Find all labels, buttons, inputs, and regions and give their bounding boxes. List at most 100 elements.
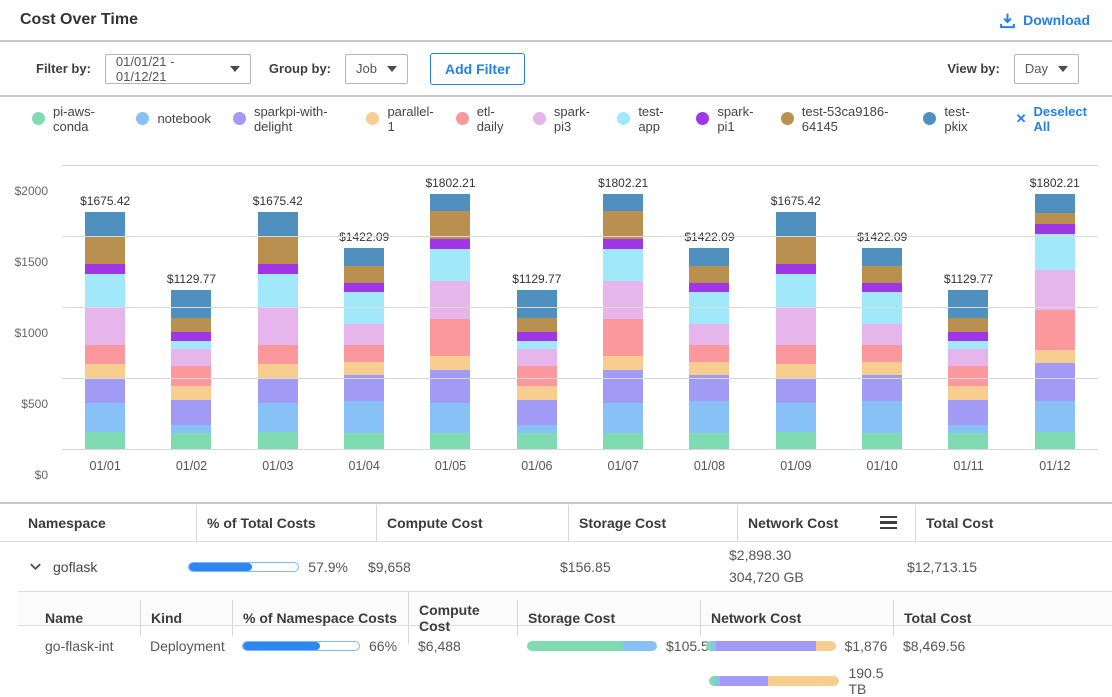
bar-segment-etl-daily[interactable]	[1035, 310, 1075, 350]
bar-segment-spark-pi3[interactable]	[258, 307, 298, 345]
bar-segment-etl-daily[interactable]	[517, 366, 557, 386]
bar-segment-test-pkix[interactable]	[430, 194, 470, 211]
bar-segment-test-app[interactable]	[603, 249, 643, 281]
chevron-down-icon[interactable]	[28, 559, 43, 574]
bar-segment-spark-pi3[interactable]	[776, 307, 816, 345]
bar-segment-notebook[interactable]	[689, 401, 729, 433]
bar-segment-test-53ca9186-64145[interactable]	[517, 318, 557, 332]
bar-segment-test-53ca9186-64145[interactable]	[776, 236, 816, 264]
bar-segment-notebook[interactable]	[430, 403, 470, 432]
bar-segment-spark-pi3[interactable]	[517, 349, 557, 366]
legend-item-parallel-1[interactable]: parallel-1	[366, 104, 433, 134]
bar-segment-etl-daily[interactable]	[776, 345, 816, 364]
bar-segment-test-53ca9186-64145[interactable]	[603, 211, 643, 239]
bar-segment-pi-aws-conda[interactable]	[258, 432, 298, 450]
bar-segment-parallel-1[interactable]	[85, 364, 125, 379]
bar-segment-spark-pi1[interactable]	[776, 264, 816, 274]
bar-segment-test-pkix[interactable]	[862, 248, 902, 266]
bar-segment-sparkpi-with-delight[interactable]	[171, 400, 211, 425]
bar-segment-spark-pi3[interactable]	[948, 349, 988, 366]
bar-segment-test-app[interactable]	[85, 274, 125, 307]
legend-item-test-app[interactable]: test-app	[617, 104, 674, 134]
bar-segment-etl-daily[interactable]	[603, 319, 643, 356]
bar-segment-sparkpi-with-delight[interactable]	[603, 370, 643, 404]
bar-segment-test-53ca9186-64145[interactable]	[85, 236, 125, 264]
bar-segment-etl-daily[interactable]	[171, 366, 211, 386]
bar-segment-test-53ca9186-64145[interactable]	[862, 266, 902, 283]
group-by-dropdown[interactable]: Job	[345, 54, 408, 84]
add-filter-button[interactable]: Add Filter	[430, 53, 525, 85]
bar-segment-test-pkix[interactable]	[344, 248, 384, 266]
bar-segment-parallel-1[interactable]	[258, 364, 298, 379]
stacked-bar-01/03[interactable]	[258, 212, 298, 450]
bar-segment-test-app[interactable]	[517, 341, 557, 349]
bar-segment-test-pkix[interactable]	[517, 290, 557, 318]
stacked-bar-01/10[interactable]	[862, 248, 902, 450]
legend-item-sparkpi-with-delight[interactable]: sparkpi-with-delight	[233, 104, 345, 134]
bar-segment-etl-daily[interactable]	[85, 345, 125, 364]
bar-segment-spark-pi1[interactable]	[258, 264, 298, 274]
bar-segment-test-pkix[interactable]	[603, 194, 643, 211]
bar-segment-spark-pi1[interactable]	[85, 264, 125, 274]
bar-segment-test-pkix[interactable]	[1035, 194, 1075, 213]
bar-segment-notebook[interactable]	[603, 403, 643, 432]
bar-segment-notebook[interactable]	[776, 403, 816, 432]
legend-item-notebook[interactable]: notebook	[136, 111, 211, 126]
bar-segment-test-app[interactable]	[258, 274, 298, 307]
bar-segment-pi-aws-conda[interactable]	[1035, 432, 1075, 450]
bar-segment-parallel-1[interactable]	[689, 362, 729, 375]
bar-segment-parallel-1[interactable]	[948, 386, 988, 400]
bar-segment-etl-daily[interactable]	[430, 319, 470, 356]
bar-segment-sparkpi-with-delight[interactable]	[517, 400, 557, 425]
bar-segment-parallel-1[interactable]	[344, 362, 384, 375]
stacked-bar-01/06[interactable]	[517, 290, 557, 450]
stacked-bar-01/05[interactable]	[430, 194, 470, 450]
bar-segment-pi-aws-conda[interactable]	[862, 433, 902, 450]
bar-segment-test-pkix[interactable]	[171, 290, 211, 318]
bar-segment-spark-pi3[interactable]	[344, 324, 384, 346]
bar-segment-parallel-1[interactable]	[862, 362, 902, 375]
bar-segment-test-pkix[interactable]	[776, 212, 816, 236]
bar-segment-pi-aws-conda[interactable]	[948, 433, 988, 450]
legend-item-test-pkix[interactable]: test-pkix	[923, 104, 981, 134]
bar-segment-test-53ca9186-64145[interactable]	[171, 318, 211, 332]
bar-segment-parallel-1[interactable]	[1035, 350, 1075, 363]
legend-item-spark-pi3[interactable]: spark-pi3	[533, 104, 595, 134]
deselect-all-button[interactable]: ✕Deselect All	[1016, 104, 1092, 134]
bar-segment-test-pkix[interactable]	[689, 248, 729, 266]
download-button[interactable]: Download	[999, 12, 1090, 29]
bar-segment-test-53ca9186-64145[interactable]	[1035, 213, 1075, 224]
bar-segment-etl-daily[interactable]	[689, 345, 729, 361]
bar-segment-spark-pi3[interactable]	[603, 281, 643, 319]
bar-segment-notebook[interactable]	[862, 401, 902, 433]
bar-segment-sparkpi-with-delight[interactable]	[1035, 363, 1075, 402]
namespace-row-goflask[interactable]: goflask 57.9% $9,658 $156.85 $2,898.30 3…	[18, 542, 1112, 592]
bar-segment-spark-pi1[interactable]	[1035, 224, 1075, 235]
bar-segment-notebook[interactable]	[517, 425, 557, 433]
bar-segment-sparkpi-with-delight[interactable]	[948, 400, 988, 425]
bar-segment-notebook[interactable]	[258, 403, 298, 432]
bar-segment-pi-aws-conda[interactable]	[171, 433, 211, 450]
bar-segment-test-app[interactable]	[776, 274, 816, 307]
bar-segment-parallel-1[interactable]	[430, 356, 470, 369]
stacked-bar-01/12[interactable]	[1035, 194, 1075, 450]
bar-segment-etl-daily[interactable]	[344, 345, 384, 361]
bar-segment-spark-pi1[interactable]	[948, 332, 988, 341]
bar-segment-sparkpi-with-delight[interactable]	[258, 379, 298, 403]
stacked-bar-01/11[interactable]	[948, 290, 988, 450]
bar-segment-sparkpi-with-delight[interactable]	[85, 379, 125, 403]
bar-segment-test-pkix[interactable]	[258, 212, 298, 236]
bar-segment-spark-pi3[interactable]	[171, 349, 211, 366]
legend-item-pi-aws-conda[interactable]: pi-aws-conda	[32, 104, 114, 134]
bar-segment-test-pkix[interactable]	[85, 212, 125, 236]
bar-segment-sparkpi-with-delight[interactable]	[776, 379, 816, 403]
bar-segment-pi-aws-conda[interactable]	[603, 433, 643, 450]
stacked-bar-01/02[interactable]	[171, 290, 211, 450]
bar-segment-spark-pi3[interactable]	[1035, 270, 1075, 309]
bar-segment-test-app[interactable]	[1035, 234, 1075, 270]
bar-segment-pi-aws-conda[interactable]	[85, 432, 125, 450]
bar-segment-spark-pi1[interactable]	[862, 283, 902, 292]
bar-segment-spark-pi1[interactable]	[430, 239, 470, 250]
namespace-expand-cell[interactable]: goflask	[18, 559, 178, 575]
date-range-dropdown[interactable]: 01/01/21 - 01/12/21	[105, 54, 251, 84]
